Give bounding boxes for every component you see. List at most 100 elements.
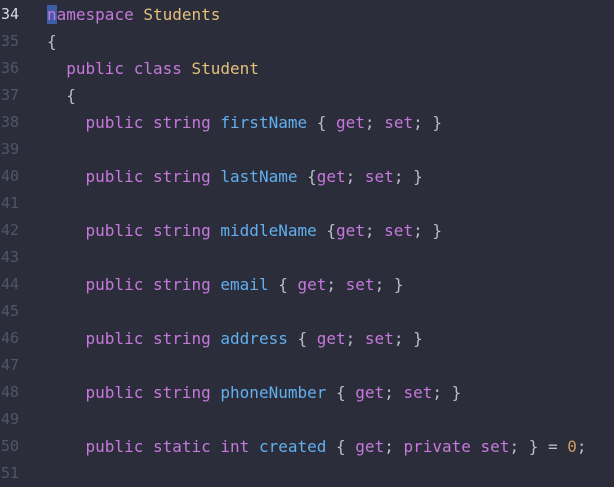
code-line[interactable]: 41 [0,190,614,217]
code-token: string [152,275,211,294]
code-token: get [355,437,385,456]
code-token: static [152,437,211,456]
code-token: ; } [432,383,462,402]
code-line[interactable]: 46 public string address { get; set; } [0,325,614,352]
code-token: ; [364,113,385,132]
code-line[interactable]: 34 namespace Students [0,1,614,28]
line-number: 45 [1,302,20,320]
code-text[interactable]: { [47,28,57,55]
code-token: { [268,275,298,294]
code-line[interactable]: 38 public string firstName { get; set; } [0,109,614,136]
line-number: 37 [1,86,20,104]
code-line[interactable]: 40 public string lastName {get; set; } [0,163,614,190]
code-token: public [85,275,144,294]
code-token: int [220,437,250,456]
code-token: phoneNumber [220,383,327,402]
code-text[interactable]: public string email { get; set; } [47,271,404,298]
code-token: Students [143,5,221,24]
code-token: ; [345,167,365,186]
code-token: Student [191,59,259,78]
code-token: ; } [393,167,423,186]
code-line[interactable]: 45 [0,298,614,325]
code-token: public [85,329,144,348]
code-line[interactable]: 42 public string middleName {get; set; } [0,217,614,244]
code-token: get [316,329,346,348]
code-token: ; [384,437,404,456]
code-token: string [152,329,211,348]
line-number: 39 [1,140,20,158]
code-token: created [258,437,327,456]
code-line[interactable]: 37 { [0,82,614,109]
code-text[interactable]: public string middleName {get; set; } [47,217,442,244]
code-token: string [152,167,211,186]
code-token: lastName [220,167,298,186]
code-token: ; } [374,275,404,294]
line-number: 40 [1,167,20,185]
code-line[interactable]: 39 [0,136,614,163]
code-token: ; [576,437,587,456]
code-line[interactable]: 47 [0,352,614,379]
code-line[interactable]: 36 public class Student [0,55,614,82]
code-token: public [66,59,125,78]
code-token: { [316,221,336,240]
code-token: set [384,113,414,132]
code-line[interactable]: 44 public string email { get; set; } [0,271,614,298]
code-text[interactable]: public class Student [47,55,259,82]
code-text[interactable]: namespace Students [47,1,220,28]
code-token: { [326,437,356,456]
line-number: 41 [1,194,20,212]
code-token: string [152,221,211,240]
code-token: set [480,437,510,456]
code-line[interactable]: 35 { [0,28,614,55]
code-token: email [220,275,269,294]
code-token: ; } = [509,437,568,456]
line-number: 36 [1,59,20,77]
code-line[interactable]: 49 [0,406,614,433]
line-number: 48 [1,383,20,401]
code-line[interactable]: 48 public string phoneNumber { get; set;… [0,379,614,406]
code-token: { [297,167,317,186]
code-text[interactable]: public string phoneNumber { get; set; } [47,379,462,406]
code-token: ; } [413,221,442,240]
line-number: 34 [1,5,20,23]
code-editor[interactable]: 34 namespace Students 35 {36 public class S… [0,0,614,483]
code-token: { [287,329,317,348]
code-token: set [384,221,414,240]
code-line[interactable]: 43 [0,244,614,271]
line-number: 50 [1,437,20,455]
code-token: set [345,275,375,294]
code-token: get [297,275,327,294]
code-token: { [47,32,57,51]
text-cursor-selection: n [47,5,57,24]
line-number: 35 [1,32,20,50]
code-token: public [85,113,144,132]
code-text[interactable]: public string lastName {get; set; } [47,163,423,190]
code-token: { [307,113,337,132]
code-text[interactable]: public static int created { get; private… [47,433,587,460]
line-number: 49 [1,410,20,428]
code-text[interactable]: public string address { get; set; } [47,325,423,352]
code-token: set [403,383,433,402]
code-text[interactable]: public string firstName { get; set; } [47,109,442,136]
code-text[interactable]: { [47,82,76,109]
code-token: class [133,59,182,78]
code-token: ; [364,221,385,240]
code-line[interactable]: 50 public static int created { get; priv… [0,433,614,460]
